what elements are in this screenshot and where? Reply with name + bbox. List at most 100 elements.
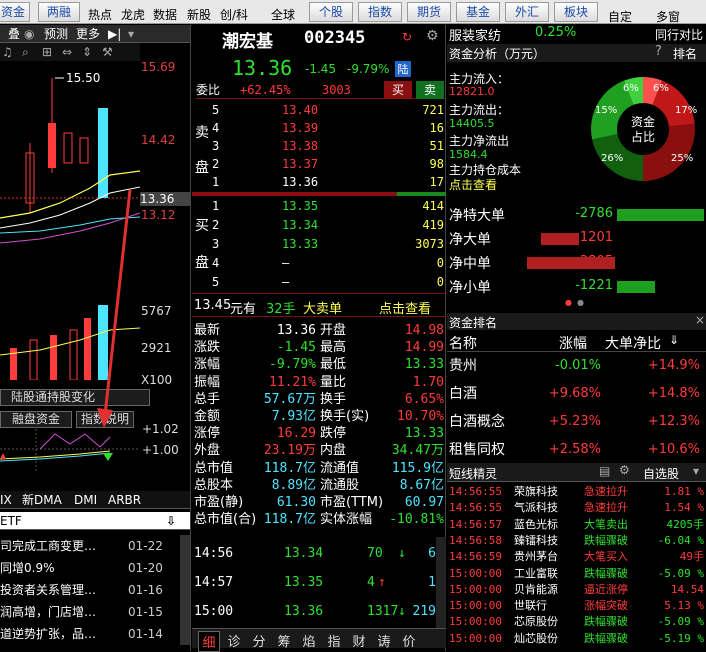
tab-hotspot[interactable]: 热点	[88, 6, 112, 23]
news-item[interactable]: 同增0.9% 01-20	[0, 557, 186, 579]
bell-icon[interactable]: ♫	[2, 43, 13, 61]
tab-arbr[interactable]: ARBR	[108, 491, 141, 509]
gear-icon[interactable]: ⚙	[619, 463, 630, 477]
eye-icon[interactable]: ◉	[24, 25, 34, 43]
weibi-label: 委比	[196, 83, 221, 97]
tick-scrollbar[interactable]	[436, 537, 446, 633]
jingling-filter[interactable]: 自选股	[643, 465, 679, 482]
search-icon[interactable]: ⌕	[22, 43, 29, 61]
jingling-row[interactable]: 15:00:00 芯原股份 跌幅骤破 -5.09 %	[447, 614, 706, 629]
sector-name[interactable]: 服装家纺	[449, 25, 501, 44]
stat-label: 最新	[194, 323, 221, 338]
rank-row[interactable]: 白酒概念 +5.23% +12.3%	[447, 409, 706, 435]
tab-sector[interactable]: 板块	[554, 2, 598, 22]
tab-liangrong[interactable]: 两融	[38, 2, 80, 22]
tab-futures[interactable]: 期货	[407, 2, 451, 22]
rank-col-name[interactable]: 名称	[449, 333, 477, 353]
sort-desc-icon[interactable]: ⇓	[669, 333, 679, 347]
compress-icon[interactable]: ⇔	[62, 43, 72, 61]
fund-analysis-panel: 服装家纺 0.25% 同行对比 资金分析（万元） ? 排名 主力流入： 1282…	[447, 25, 706, 651]
tab-new-dma[interactable]: 新DMA	[22, 491, 62, 509]
predict-button[interactable]: 预测	[44, 25, 68, 43]
jingling-row[interactable]: 15:00:00 灿芯股份 跌幅骤破 -5.19 %	[447, 631, 706, 646]
chevron-down-icon[interactable]: ▾	[693, 464, 699, 478]
tab-stock[interactable]: 个股	[309, 2, 353, 22]
big-order-bar[interactable]: 13.45 元有 32手 大卖单 点击查看	[192, 293, 446, 317]
bottom-tab[interactable]: 财	[348, 631, 370, 650]
news-item[interactable]: 投资者关系管理… 01-16	[0, 579, 186, 601]
high-price-label: 15.50	[66, 71, 100, 85]
buy-button[interactable]: 买	[384, 81, 412, 99]
rank-row[interactable]: 租售同权 +2.58% +10.6%	[447, 437, 706, 463]
jingling-row[interactable]: 14:56:59 贵州茅台 大笔买入 49手	[447, 549, 706, 564]
expand-icon[interactable]: ⇕	[82, 43, 92, 61]
tab-dmi[interactable]: DMI	[74, 491, 97, 509]
tab-data[interactable]: 数据	[153, 6, 177, 23]
tab-fund[interactable]: 基金	[456, 2, 500, 22]
tools-icon[interactable]: ⚒	[102, 43, 113, 61]
refresh-icon[interactable]: ↻	[402, 30, 412, 44]
rank-button[interactable]: 排名	[673, 45, 697, 62]
stat-label: 流通值	[320, 460, 360, 476]
big-order-link[interactable]: 点击查看	[379, 298, 431, 317]
tab-forex[interactable]: 外汇	[505, 2, 549, 22]
jingling-value: 5.13 %	[664, 599, 704, 613]
bottom-tab[interactable]: 细	[198, 631, 220, 652]
rank-col-net[interactable]: 大单净比	[605, 333, 661, 353]
tab-zijin[interactable]: 资金	[0, 2, 30, 22]
grid-icon[interactable]: ⊞	[42, 43, 52, 61]
gear-icon[interactable]: ⚙	[426, 28, 439, 44]
close-icon[interactable]: ×	[695, 313, 705, 327]
peer-compare-link[interactable]: 同行对比	[655, 26, 703, 43]
news-scrollbar[interactable]	[180, 535, 190, 645]
jingling-row[interactable]: 14:56:55 气派科技 急速拉升 1.54 %	[447, 500, 706, 515]
bid-price: 13.34	[282, 218, 319, 232]
stat-value: 16.29	[276, 426, 316, 442]
bottom-tab[interactable]: 指	[323, 631, 345, 650]
jingling-row[interactable]: 14:56:57 蓝色光标 大笔卖出 4205手	[447, 517, 706, 532]
stat-value: 6.65%	[404, 391, 444, 407]
dropdown-icon[interactable]: ▾	[128, 25, 134, 43]
tick-volume: 70	[367, 546, 383, 561]
more-button[interactable]: 更多	[76, 25, 100, 43]
jingling-row[interactable]: 14:56:55 荣旗科技 急速拉升 1.81 %	[447, 484, 706, 499]
jingling-row[interactable]: 15:00:00 工业富联 跌幅骤破 -5.09 %	[447, 566, 706, 581]
tab-multiwindow[interactable]: 多窗	[656, 8, 680, 25]
sell-button[interactable]: 卖	[416, 81, 444, 99]
cost-link[interactable]: 点击查看	[449, 176, 497, 193]
jingling-value: -5.09 %	[657, 566, 704, 580]
bid-volume: 414	[422, 199, 444, 213]
rank-col-pct[interactable]: 涨幅	[559, 333, 587, 353]
bottom-tab[interactable]: 价	[398, 631, 420, 650]
tab-ix[interactable]: IX	[0, 491, 12, 509]
document-icon[interactable]: ▤	[599, 464, 610, 478]
big-order-type: 大卖单	[303, 302, 343, 317]
bottom-tab[interactable]: 诊	[223, 631, 245, 650]
bottom-tab[interactable]: 分	[248, 631, 270, 650]
tab-ipo[interactable]: 新股	[187, 6, 211, 23]
rank-row[interactable]: 贵州 -0.01% +14.9%	[447, 353, 706, 379]
tab-global[interactable]: 全球	[271, 6, 295, 23]
overlay-button[interactable]: 叠	[8, 25, 20, 43]
tab-chuangke[interactable]: 创/科	[220, 6, 248, 23]
bottom-tab[interactable]: 焰	[298, 631, 320, 650]
jingling-row[interactable]: 15:00:00 贝肯能源 逼近涨停 14.54	[447, 582, 706, 597]
rank-row[interactable]: 白酒 +9.68% +14.8%	[447, 381, 706, 407]
tab-longhu[interactable]: 龙虎	[121, 6, 145, 23]
download-icon[interactable]: ⇩	[166, 512, 176, 530]
news-item[interactable]: 道逆势扩张，品… 01-14	[0, 623, 186, 645]
bottom-tab[interactable]: 筹	[273, 631, 295, 650]
help-icon[interactable]: ?	[655, 44, 662, 59]
page-dot[interactable]: ●	[577, 298, 584, 307]
bottom-tab[interactable]: 诪	[373, 631, 395, 650]
page-dot[interactable]: ●	[565, 298, 572, 307]
jingling-row[interactable]: 14:56:58 臻镭科技 跌幅骤破 -6.04 %	[447, 533, 706, 548]
tab-custom[interactable]: 自定	[608, 8, 632, 25]
news-item[interactable]: 司完成工商变更… 01-22	[0, 535, 186, 557]
ask-volume: 98	[429, 157, 444, 171]
news-item[interactable]: 润高增，门店增… 01-15	[0, 601, 186, 623]
tab-index[interactable]: 指数	[358, 2, 402, 22]
tab-fund-flow[interactable]: 融盘资金	[0, 411, 72, 428]
jingling-row[interactable]: 15:00:00 世联行 涨幅突破 5.13 %	[447, 598, 706, 613]
arrow-toggle-icon[interactable]: ▶|	[108, 25, 121, 43]
